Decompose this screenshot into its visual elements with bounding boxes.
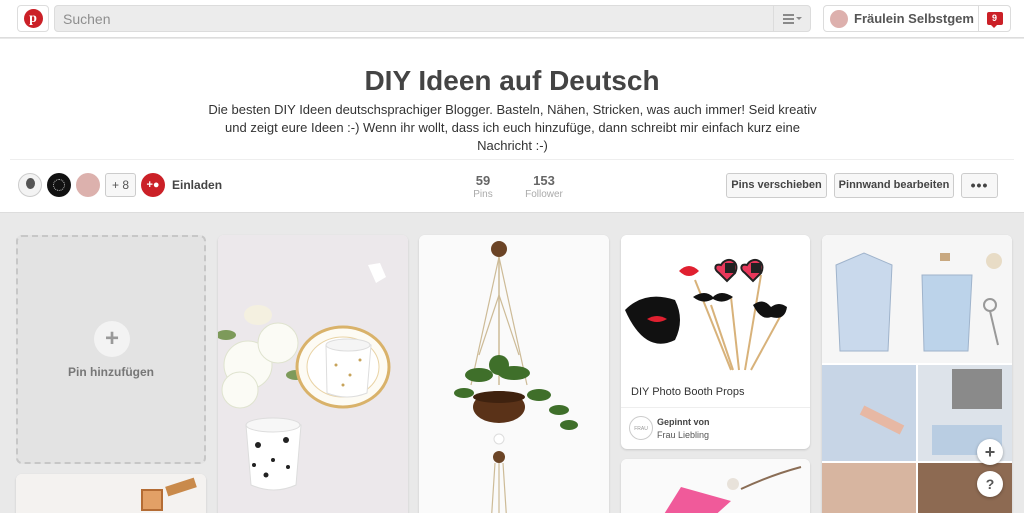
divider (10, 159, 1014, 160)
notification-badge: 9 (986, 12, 1003, 28)
plus-icon: + (94, 321, 130, 357)
pin-image (16, 474, 206, 513)
chevron-down-icon (795, 17, 802, 20)
search-box (54, 5, 811, 32)
avatar (830, 9, 848, 28)
pin-image (419, 235, 609, 513)
pinterest-logo-icon: p (23, 9, 43, 28)
top-bar: p Fräulein Selbstgemacht 9 (0, 0, 1024, 38)
pin-image (621, 235, 810, 376)
notifications-button[interactable]: 9 (978, 5, 1011, 32)
pinned-by-label: Gepinnt von (657, 417, 710, 427)
invite-icon[interactable]: +● (141, 173, 166, 197)
divider (621, 407, 810, 408)
board-description: Die besten DIY Ideen deutschsprachiger B… (208, 102, 817, 153)
pin-card[interactable] (419, 235, 609, 513)
pins-count[interactable]: 59 Pins (468, 173, 498, 200)
edit-board-button[interactable]: Pinnwand bearbeiten (834, 173, 954, 198)
board-title: DIY Ideen auf Deutsch (364, 65, 660, 96)
collaborator-avatar[interactable] (47, 173, 71, 197)
add-pin-button[interactable]: + Pin hinzufügen (16, 235, 206, 464)
profile-button[interactable]: Fräulein Selbstgemacht (823, 5, 979, 32)
pin-image (621, 459, 810, 513)
hamburger-icon (782, 13, 794, 24)
collaborator-avatar[interactable] (76, 173, 100, 197)
pin-card[interactable]: DIY Photo Booth Props FRAU LIEBLING Gepi… (621, 235, 810, 449)
more-collaborators-button[interactable]: + 8 (105, 173, 137, 197)
pin-card[interactable] (621, 459, 810, 513)
pin-image (218, 235, 408, 513)
pin-card[interactable] (16, 474, 206, 513)
pin-title[interactable]: DIY Photo Booth Props (631, 386, 745, 398)
board-header: DIY Ideen auf Deutsch Die besten DIY Ide… (0, 39, 1024, 213)
more-options-button[interactable]: ••• (961, 173, 998, 198)
pinner-avatar[interactable]: FRAU LIEBLING (629, 416, 653, 440)
search-input[interactable] (55, 6, 773, 31)
pins-count-value: 59 (475, 173, 491, 188)
category-menu-button[interactable] (773, 6, 810, 31)
follower-count-label: Follower (525, 189, 563, 200)
pins-count-label: Pins (473, 189, 493, 200)
collaborator-avatar[interactable] (18, 173, 42, 197)
pin-card[interactable] (218, 235, 408, 513)
pinner-name[interactable]: Frau Liebling (657, 430, 709, 440)
plus-button[interactable]: + (977, 439, 1003, 465)
help-button[interactable]: ? (977, 471, 1003, 497)
pinterest-logo-button[interactable]: p (17, 5, 49, 32)
pin-card[interactable]: + ? (822, 235, 1012, 513)
invite-button[interactable]: Einladen (172, 178, 222, 192)
collaborators: + 8 +● Einladen (18, 173, 222, 197)
follower-count-value: 153 (533, 173, 555, 188)
move-pins-button[interactable]: Pins verschieben (726, 173, 827, 198)
follower-count[interactable]: 153 Follower (522, 173, 566, 200)
add-pin-label: Pin hinzufügen (68, 365, 154, 379)
profile-name: Fräulein Selbstgemacht (854, 11, 974, 26)
